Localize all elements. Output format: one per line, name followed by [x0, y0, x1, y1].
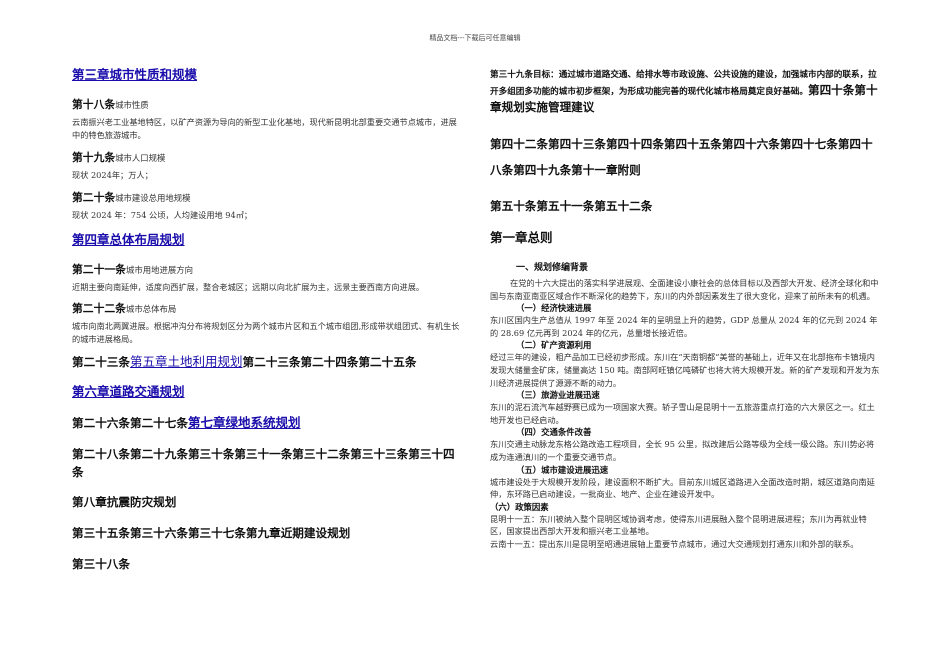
article-26-prefix: 第二十六条第二十七条 [72, 416, 188, 431]
article-39-intro: 第三十九条目标：通过城市道路交通、给排水等市政设施、公共设施的建设，加强城市内部… [490, 68, 882, 117]
article-38-line: 第三十八条 [72, 557, 130, 572]
article-21-heading: 第二十一条城市用地进展方向 [72, 259, 462, 279]
chapter-6-link[interactable]: 第六章道路交通规划 [72, 383, 462, 401]
sub-4-body: 东川交通主动脉龙东格公路改造工程项目，全长 95 公里，拟改建后公路等级为全线一… [490, 439, 875, 462]
page-header-note: 精品文档---下载后可任意编辑 [429, 34, 521, 42]
article-23-suffix: 第二十三条第二十四条第二十五条 [242, 355, 417, 370]
article-19-number: 第十九条 [72, 151, 116, 165]
article-19-body: 现状 2024年；万人； [72, 170, 153, 181]
right-column: 第三十九条目标：通过城市道路交通、给排水等市政设施、公共设施的建设，加强城市内部… [490, 68, 882, 551]
sub-2-body: 经过三年的建设，粗产品加工已经初步形成。东川在“天南铜都”美誉的基础上，近年又在… [490, 352, 880, 388]
article-22-number: 第二十二条 [72, 301, 126, 315]
article-20-number: 第二十条 [72, 190, 116, 204]
left-column: 第三章城市性质和规模 第十八条城市性质 云南振兴老工业基地特区，以矿产资源为导向… [72, 66, 462, 573]
chapter-7-link[interactable]: 第七章绿地系统规划 [188, 415, 301, 430]
article-50-line: 第五十条第五十一条第五十二条 [490, 199, 653, 213]
article-26-line: 第二十六条第二十七条第七章绿地系统规划 [72, 414, 462, 432]
sub-5-body: 城市建设处于大规模开发阶段，建设面积不断扩大。目前东川城区道路进入全面改造时期，… [490, 476, 875, 500]
sub-6-body-1: 昆明十一五：东川被纳入整个昆明区域协调考虑，使得东川进展融入整个昆明进展进程；东… [490, 513, 867, 537]
article-22-heading: 第二十二条城市总体布局 [72, 298, 462, 318]
chapter-4-link[interactable]: 第四章总体布局规划 [72, 231, 462, 249]
sub-6-title: （六）政策因素 [490, 501, 549, 512]
sub-4-title: （四）交通条件改善 [516, 427, 592, 438]
article-18-body: 云南振兴老工业基地特区，以矿产资源为导向的新型工业化基地，现代新昆明北部重要交通… [72, 117, 457, 140]
article-20-heading: 第二十条城市建设总用地规模 [72, 187, 462, 207]
article-21-title: 城市用地进展方向 [125, 265, 193, 276]
article-18-title: 城市性质 [115, 100, 149, 110]
article-28-line: 第二十八条第二十九条第三十条第三十一条第三十二条第三十三条第三十四条 [72, 447, 455, 480]
sub-2-title: （二）矿产资源利用 [516, 340, 592, 351]
sub-6-body-2: 云南十一五：提出东川是昆明至昭通进展轴上重要节点城市，通过大交通规划打通东川和外… [490, 538, 859, 549]
sub-5-title: （五）城市建设进展迅速 [516, 464, 609, 475]
sub-3-body: 东川的泥石流汽车越野赛已成为一项国家大赛。轿子雪山是昆明十一五旅游重点打造的六大… [490, 402, 875, 425]
article-18-number: 第十八条 [72, 98, 116, 111]
sub-1-title: （一）经济快速进展 [516, 303, 592, 314]
chapter-3-link[interactable]: 第三章城市性质和规模 [72, 66, 462, 84]
chapter-5-link[interactable]: 第五章土地利用规划 [130, 354, 243, 369]
article-23-prefix: 第二十三条 [72, 355, 130, 370]
article-18-heading: 第十八条城市性质 [72, 94, 462, 114]
article-20-title: 城市建设总用地规模 [115, 192, 191, 203]
article-22-body: 城市向南北两翼进展。根据冲沟分布将规划区分为两个城市片区和五个城市组团,形成带状… [72, 320, 460, 344]
sub-3-title: （三）旅游业进展迅速 [516, 390, 600, 401]
section-1-title: 一、规划修编背景 [516, 263, 589, 273]
article-19-title: 城市人口规模 [115, 153, 166, 164]
article-20-body: 现状 2024 年：754 公顷，人均建设用地 94㎡； [72, 209, 253, 220]
chapter-8-line: 第八章抗震防灾规划 [72, 495, 177, 510]
article-19-heading: 第十九条城市人口规模 [72, 147, 462, 167]
article-21-number: 第二十一条 [72, 263, 126, 277]
article-22-title: 城市总体布局 [125, 303, 177, 314]
sub-1-body: 东川区国内生产总值从 1997 年至 2024 年的呈明显上升的趋势，GDP 总… [490, 315, 878, 338]
article-42-line: 第四十二条第四十三条第四十四条第四十五条第四十六条第四十七条第四十八条第四十九条… [490, 137, 873, 177]
article-35-line: 第三十五条第三十六条第三十七条第九章近期建设规划 [72, 526, 351, 541]
article-23-line: 第二十三条第五章土地利用规划第二十三条第二十四条第二十五条 [72, 353, 462, 371]
chapter-1-title: 第一章总则 [490, 230, 553, 245]
article-21-body: 近期主要向南延伸，适度向西扩展，整合老城区；远期以向北扩展为主，远景主要西南方向… [72, 282, 425, 293]
section-1-body: 在党的十六大提出的落实科学进展观、全面建设小康社会的总体目标以及西部大开发、经济… [490, 278, 879, 301]
